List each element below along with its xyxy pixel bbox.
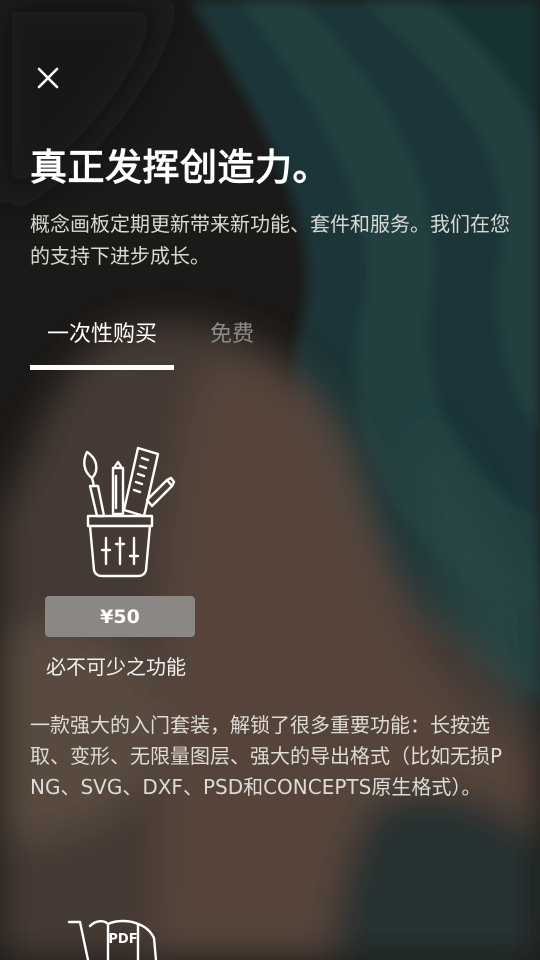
close-button[interactable]	[28, 58, 68, 98]
tool-cup-icon	[83, 446, 176, 578]
page-title: 真正发挥创造力。	[30, 146, 330, 189]
pdf-label: PDF	[108, 932, 137, 947]
price-button[interactable]: ¥50	[45, 596, 195, 637]
product-name: 必不可少之功能	[46, 655, 186, 679]
product-description: 一款强大的入门套装，解锁了很多重要功能：长按选取、变形、无限量图层、强大的导出格…	[30, 713, 503, 799]
tab-one-time-purchase[interactable]: 一次性购买	[30, 312, 174, 362]
purchase-tabs: 一次性购买 免费	[30, 312, 510, 372]
close-icon	[37, 67, 59, 89]
pdf-cart-icon: PDF	[67, 919, 158, 960]
active-tab-indicator	[30, 365, 174, 370]
tab-free[interactable]: 免费	[210, 312, 254, 362]
page-description: 概念画板定期更新带来新功能、套件和服务。我们在您的支持下进步成长。	[30, 212, 510, 268]
